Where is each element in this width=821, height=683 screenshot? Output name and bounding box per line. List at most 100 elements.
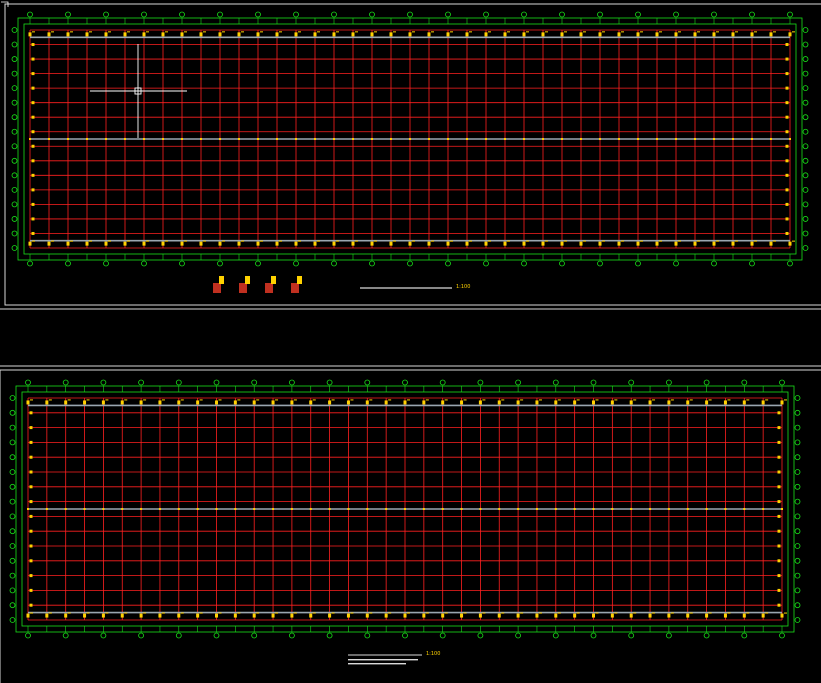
column-tag bbox=[336, 240, 339, 242]
axis-bubble-left bbox=[11, 114, 18, 121]
axis-bubble-right bbox=[794, 557, 801, 564]
column-marker bbox=[517, 508, 520, 510]
column-tag bbox=[105, 612, 109, 614]
column-marker bbox=[751, 138, 753, 140]
column-marker bbox=[120, 400, 124, 405]
column-tag bbox=[222, 31, 225, 33]
axis-bubble-right bbox=[794, 498, 801, 505]
axis-bubble-top bbox=[703, 379, 710, 386]
column-marker bbox=[497, 400, 501, 405]
column-marker bbox=[498, 508, 501, 510]
column-marker bbox=[31, 144, 35, 148]
column-marker bbox=[271, 400, 275, 405]
column-marker bbox=[31, 188, 35, 192]
axis-bubble-top bbox=[483, 11, 489, 18]
column-marker bbox=[29, 559, 33, 563]
column-marker bbox=[370, 241, 374, 246]
column-marker bbox=[403, 613, 407, 618]
column-marker bbox=[309, 508, 312, 510]
axis-bubble-top bbox=[288, 379, 295, 386]
lower-drawing-scale: 1:100 bbox=[426, 651, 440, 657]
axis-bubble-bottom bbox=[590, 632, 597, 639]
column-tag bbox=[708, 612, 712, 614]
column-tag bbox=[501, 399, 505, 401]
column-marker bbox=[346, 400, 350, 405]
axis-bubble-left bbox=[11, 172, 18, 179]
column-marker bbox=[785, 173, 789, 177]
column-marker bbox=[313, 32, 317, 37]
column-marker bbox=[516, 400, 520, 405]
column-marker bbox=[592, 508, 595, 510]
column-marker bbox=[554, 400, 558, 405]
column-marker bbox=[31, 231, 35, 235]
axis-bubble-right bbox=[794, 543, 801, 549]
column-tag bbox=[602, 240, 605, 242]
column-marker bbox=[47, 241, 51, 246]
axis-bubble-bottom bbox=[62, 632, 69, 639]
column-tag bbox=[697, 31, 700, 33]
column-tag bbox=[184, 31, 187, 33]
column-marker bbox=[352, 138, 354, 140]
axis-bubble-bottom bbox=[141, 260, 147, 267]
column-tag bbox=[450, 31, 453, 33]
column-tag bbox=[678, 240, 681, 242]
column-marker bbox=[781, 508, 783, 510]
column-marker bbox=[294, 241, 298, 246]
column-tag bbox=[355, 240, 358, 242]
column-marker bbox=[31, 115, 35, 119]
column-marker bbox=[777, 485, 781, 489]
axis-bubble-bottom bbox=[483, 260, 489, 267]
detail-marker-body bbox=[213, 283, 221, 293]
column-marker bbox=[389, 241, 393, 246]
column-tag bbox=[161, 399, 165, 401]
detail-marker-flag bbox=[219, 276, 224, 284]
axis-bubble-left bbox=[11, 230, 18, 237]
axis-bubble-right bbox=[794, 602, 801, 609]
column-marker bbox=[66, 241, 70, 246]
axis-bubble-top bbox=[673, 11, 679, 18]
column-tag bbox=[545, 31, 548, 33]
column-marker bbox=[234, 508, 237, 510]
column-tag bbox=[773, 240, 776, 242]
column-marker bbox=[723, 613, 727, 618]
column-tag bbox=[275, 399, 279, 401]
column-tag bbox=[298, 31, 301, 33]
axis-bubble-top bbox=[138, 379, 145, 386]
column-tag bbox=[374, 31, 377, 33]
column-marker bbox=[649, 508, 652, 510]
column-tag bbox=[312, 612, 316, 614]
axis-bubble-bottom bbox=[477, 632, 484, 639]
column-tag bbox=[256, 612, 260, 614]
column-marker bbox=[618, 138, 620, 140]
axis-bubble-top bbox=[364, 379, 371, 386]
axis-bubble-top bbox=[402, 379, 408, 386]
column-tag bbox=[203, 240, 206, 242]
detail-marker-flag bbox=[245, 276, 250, 284]
column-marker bbox=[777, 470, 781, 474]
column-marker bbox=[196, 508, 199, 510]
column-marker bbox=[328, 613, 332, 618]
column-marker bbox=[731, 32, 735, 37]
cad-viewport[interactable]: 1:100 1:100 bbox=[0, 0, 821, 683]
column-marker bbox=[104, 32, 108, 37]
column-marker bbox=[31, 202, 35, 206]
axis-bubble-right bbox=[802, 85, 809, 92]
column-marker bbox=[351, 241, 355, 246]
column-marker bbox=[656, 138, 658, 140]
column-tag bbox=[583, 240, 586, 242]
column-marker bbox=[83, 400, 87, 405]
column-marker bbox=[484, 241, 488, 246]
column-tag bbox=[708, 399, 712, 401]
column-tag bbox=[576, 399, 580, 401]
column-marker bbox=[105, 138, 107, 140]
column-marker bbox=[789, 138, 791, 140]
column-marker bbox=[554, 613, 558, 618]
column-marker bbox=[460, 613, 464, 618]
column-marker bbox=[142, 32, 146, 37]
column-marker bbox=[599, 138, 601, 140]
column-marker bbox=[409, 138, 411, 140]
column-tag bbox=[67, 612, 71, 614]
column-tag bbox=[614, 399, 618, 401]
column-marker bbox=[31, 72, 35, 76]
column-marker bbox=[199, 241, 203, 246]
